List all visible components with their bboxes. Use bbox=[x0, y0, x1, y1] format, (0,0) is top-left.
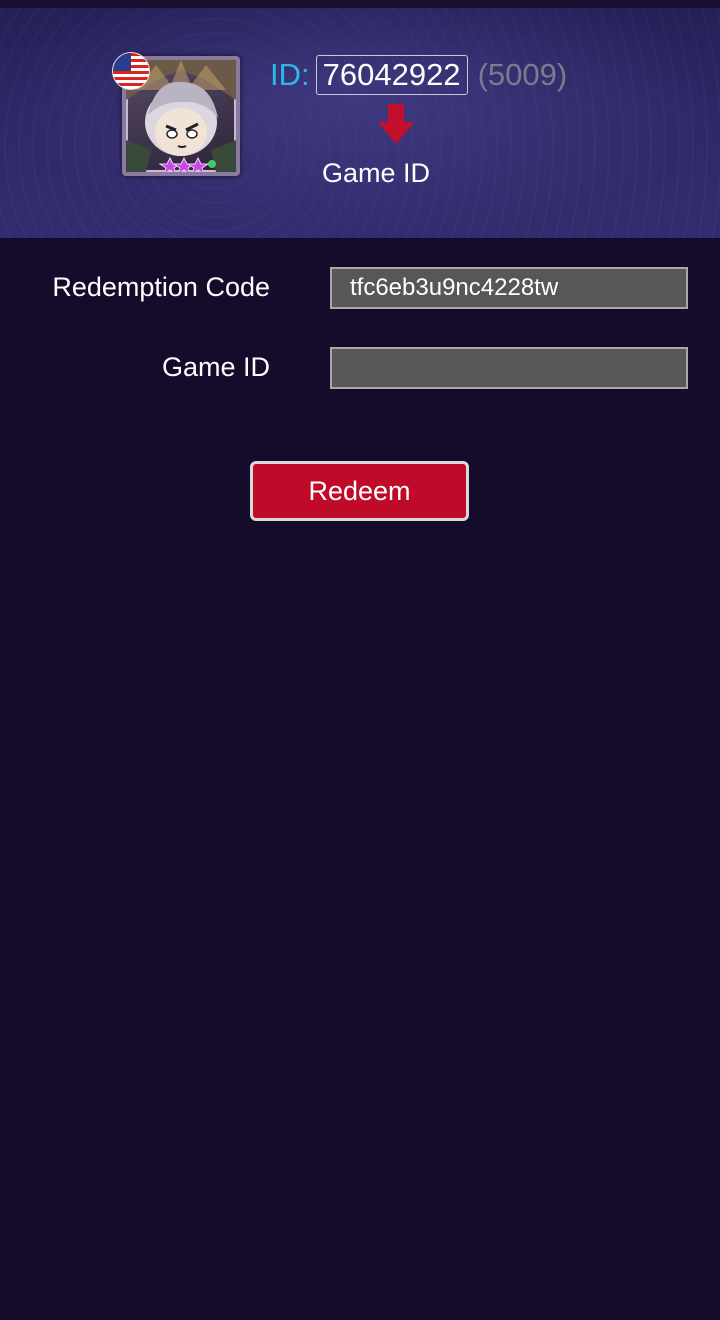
redeem-button[interactable]: Redeem bbox=[250, 461, 469, 521]
flag-canton bbox=[113, 53, 131, 71]
profile-header bbox=[0, 8, 720, 238]
server-id: (5009) bbox=[477, 57, 568, 92]
game-id-input[interactable] bbox=[330, 347, 688, 389]
redemption-code-input[interactable] bbox=[330, 267, 688, 309]
game-id-label: Game ID bbox=[161, 352, 270, 382]
redemption-code-label: Redemption Code bbox=[52, 272, 270, 302]
us-flag-icon bbox=[112, 52, 150, 90]
top-strip bbox=[0, 0, 720, 8]
id-label: ID: bbox=[270, 57, 310, 92]
game-id-caption: Game ID bbox=[321, 158, 431, 188]
player-id-value[interactable]: 76042922 bbox=[315, 55, 468, 95]
player-id-row: ID: 76042922 (5009) bbox=[270, 54, 567, 96]
down-arrow-icon bbox=[378, 104, 414, 144]
